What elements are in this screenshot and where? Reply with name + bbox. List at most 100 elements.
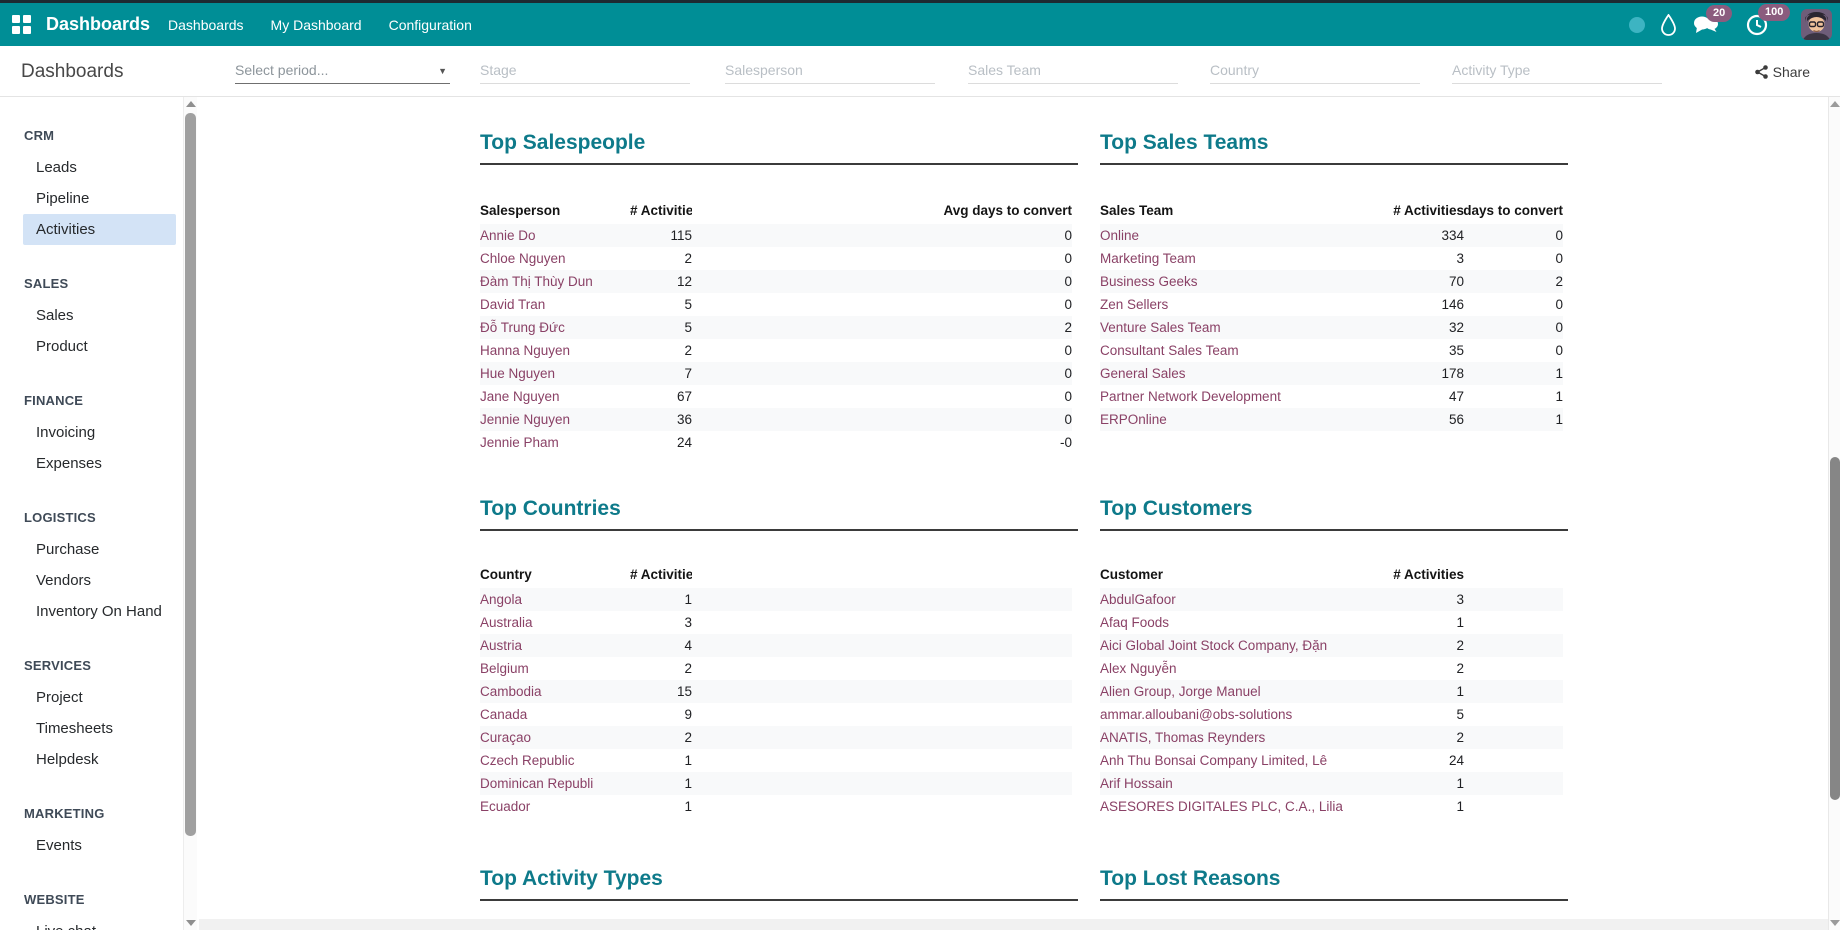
value-cell: 1 — [1464, 385, 1563, 408]
app-brand[interactable]: Dashboards — [46, 14, 150, 35]
sidebar-scrollbar-thumb[interactable] — [185, 113, 196, 836]
record-link[interactable]: Anh Thu Bonsai Company Limited, Lê — [1100, 753, 1327, 768]
record-link[interactable]: Jane Nguyen — [480, 389, 560, 404]
table-row: Partner Network Development 471 — [1100, 385, 1563, 408]
nav-item-dashboards[interactable]: Dashboards — [168, 17, 244, 33]
sidebar-item-events[interactable]: Events — [23, 830, 176, 861]
record-link[interactable]: Online — [1100, 228, 1139, 243]
filter-salesperson — [725, 58, 935, 84]
nav-menu: Dashboards My Dashboard Configuration — [150, 17, 472, 33]
record-cell: Dominican Republi — [480, 772, 630, 795]
record-link[interactable]: Venture Sales Team — [1100, 320, 1221, 335]
page-scrollbar[interactable] — [1828, 97, 1840, 930]
horizontal-scrollbar[interactable] — [199, 919, 1828, 930]
value-cell: 5 — [630, 316, 692, 339]
value-cell: 70 — [1380, 270, 1464, 293]
value-cell: 146 — [1380, 293, 1464, 316]
record-link[interactable]: Chloe Nguyen — [480, 251, 566, 266]
table-row: Belgium2 — [480, 657, 1072, 680]
sidebar-item-project[interactable]: Project — [23, 682, 176, 713]
nav-item-configuration[interactable]: Configuration — [389, 17, 472, 33]
filter-input-1[interactable] — [480, 58, 690, 84]
sidebar-item-inventory-on-hand[interactable]: Inventory On Hand — [23, 596, 176, 627]
record-link[interactable]: Business Geeks — [1100, 274, 1198, 289]
filter-input-2[interactable] — [725, 58, 935, 84]
record-link[interactable]: Annie Do — [480, 228, 536, 243]
record-link[interactable]: Arif Hossain — [1100, 776, 1173, 791]
page-scrollbar-thumb[interactable] — [1830, 457, 1840, 800]
sidebar-item-helpdesk[interactable]: Helpdesk — [23, 744, 176, 775]
sidebar-item-pipeline[interactable]: Pipeline — [23, 183, 176, 214]
apps-grid-icon[interactable] — [12, 15, 31, 34]
sidebar-item-product[interactable]: Product — [23, 331, 176, 362]
record-link[interactable]: Alien Group, Jorge Manuel — [1100, 684, 1261, 699]
value-cell: 47 — [1380, 385, 1464, 408]
status-dot-icon[interactable] — [1629, 17, 1645, 33]
activities-badge: 100 — [1758, 4, 1790, 21]
record-link[interactable]: Jennie Pham — [480, 435, 559, 450]
share-button[interactable]: Share — [1755, 64, 1810, 80]
value-cell: 5 — [1380, 703, 1464, 726]
filter-input-3[interactable] — [968, 58, 1178, 84]
record-link[interactable]: Cambodia — [480, 684, 542, 699]
record-link[interactable]: ANATIS, Thomas Reynders — [1100, 730, 1265, 745]
record-link[interactable]: David Tran — [480, 297, 545, 312]
record-link[interactable]: Jennie Nguyen — [480, 412, 570, 427]
filter-input-4[interactable] — [1210, 58, 1420, 84]
record-link[interactable]: Partner Network Development — [1100, 389, 1281, 404]
messages-badge: 20 — [1706, 5, 1732, 22]
sidebar-item-activities[interactable]: Activities — [23, 214, 176, 245]
record-link[interactable]: Dominican Republi — [480, 776, 593, 791]
sidebar-item-vendors[interactable]: Vendors — [23, 565, 176, 596]
record-link[interactable]: Austria — [480, 638, 522, 653]
record-link[interactable]: Consultant Sales Team — [1100, 343, 1239, 358]
scroll-up-arrow-icon[interactable] — [186, 101, 196, 107]
record-link[interactable]: Đỗ Trung Đức — [480, 320, 565, 335]
record-link[interactable]: Australia — [480, 615, 533, 630]
scroll-down-arrow-icon[interactable] — [186, 920, 196, 926]
scroll-up-arrow-icon[interactable] — [1830, 101, 1840, 107]
scroll-down-arrow-icon[interactable] — [1830, 920, 1840, 926]
sidebar-scrollbar[interactable] — [183, 97, 197, 930]
table-row: Business Geeks702 — [1100, 270, 1563, 293]
sidebar-item-sales[interactable]: Sales — [23, 300, 176, 331]
record-link[interactable]: Belgium — [480, 661, 529, 676]
record-link[interactable]: ammar.alloubani@obs-solutions — [1100, 707, 1292, 722]
sidebar-item-expenses[interactable]: Expenses — [23, 448, 176, 479]
filter-input-0[interactable] — [235, 58, 450, 84]
record-link[interactable]: ASESORES DIGITALES PLC, C.A., Lilia — [1100, 799, 1343, 814]
sidebar-item-timesheets[interactable]: Timesheets — [23, 713, 176, 744]
record-cell: David Tran — [480, 293, 630, 316]
record-link[interactable]: Hue Nguyen — [480, 366, 555, 381]
record-link[interactable]: AbdulGafoor — [1100, 592, 1176, 607]
record-link[interactable]: Afaq Foods — [1100, 615, 1169, 630]
sidebar-item-purchase[interactable]: Purchase — [23, 534, 176, 565]
record-link[interactable]: Alex Nguyễn — [1100, 661, 1177, 676]
record-link[interactable]: Ecuador — [480, 799, 530, 814]
sidebar-item-invoicing[interactable]: Invoicing — [23, 417, 176, 448]
record-link[interactable]: Angola — [480, 592, 522, 607]
table-row: Hue Nguyen70 — [480, 362, 1072, 385]
table-row: Australia3 — [480, 611, 1072, 634]
table-row: Cambodia15 — [480, 680, 1072, 703]
nav-item-my-dashboard[interactable]: My Dashboard — [271, 17, 362, 33]
sidebar-item-leads[interactable]: Leads — [23, 152, 176, 183]
record-link[interactable]: Curaçao — [480, 730, 531, 745]
record-link[interactable]: ERPOnline — [1100, 412, 1167, 427]
filter-input-5[interactable] — [1452, 58, 1662, 84]
record-cell: Business Geeks — [1100, 270, 1380, 293]
record-link[interactable]: Marketing Team — [1100, 251, 1196, 266]
messages-icon[interactable]: 20 — [1693, 14, 1719, 36]
droplet-icon[interactable] — [1660, 14, 1677, 36]
record-link[interactable]: Canada — [480, 707, 527, 722]
table-row: ASESORES DIGITALES PLC, C.A., Lilia1 — [1100, 795, 1563, 818]
record-link[interactable]: Hanna Nguyen — [480, 343, 570, 358]
record-link[interactable]: Đàm Thị Thùy Dun — [480, 274, 593, 289]
record-link[interactable]: General Sales — [1100, 366, 1186, 381]
record-link[interactable]: Czech Republic — [480, 753, 575, 768]
sidebar-item-live-chat[interactable]: Live chat — [23, 916, 176, 930]
record-link[interactable]: Zen Sellers — [1100, 297, 1168, 312]
user-avatar[interactable] — [1801, 9, 1832, 40]
activity-clock-icon[interactable]: 100 — [1745, 13, 1769, 37]
record-link[interactable]: Aici Global Joint Stock Company, Đặn — [1100, 638, 1327, 653]
